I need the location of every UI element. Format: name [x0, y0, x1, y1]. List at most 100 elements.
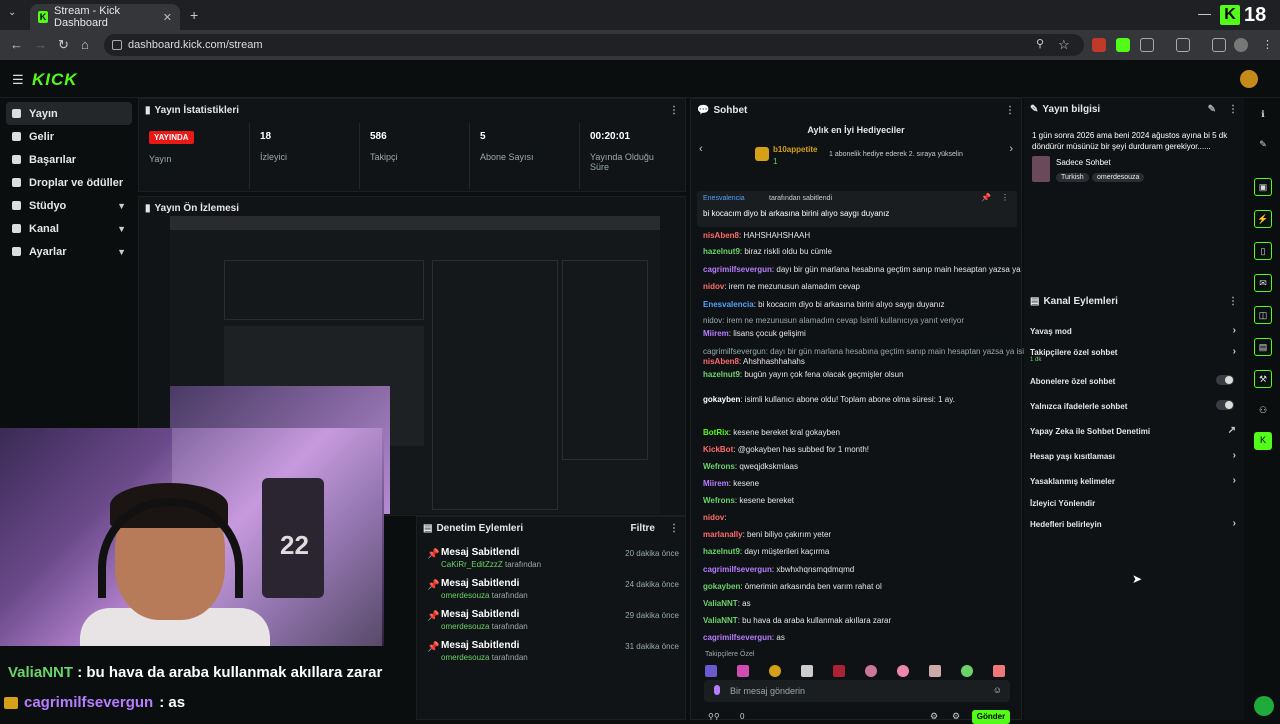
tab-search-icon[interactable]: ⌄: [8, 7, 16, 18]
settings-icon[interactable]: ⚙: [930, 711, 938, 722]
chat-message[interactable]: ValiaNNT: as: [703, 599, 751, 608]
chat-username[interactable]: hazelnut9: [703, 247, 740, 256]
sidebar-item-studyo[interactable]: Stüdyo ▼: [0, 194, 138, 217]
send-button[interactable]: Gönder: [972, 710, 1010, 724]
chat-username[interactable]: Wefrons: [703, 462, 735, 471]
chat-message[interactable]: nidov: irem ne mezunusun alamadım cevap: [703, 282, 860, 291]
chat-message[interactable]: marlanally: beni biliyo çakırım yeter: [703, 530, 831, 539]
chat-username[interactable]: hazelnut9: [703, 547, 740, 556]
channel-action-host[interactable]: İzleyici Yönlendir: [1030, 499, 1240, 508]
chat-username[interactable]: Miirem: [703, 329, 729, 338]
menu-icon[interactable]: ☰: [12, 72, 24, 88]
reload-icon[interactable]: ↻: [58, 37, 69, 53]
more-options-icon[interactable]: ⋮: [1001, 193, 1009, 202]
gear-icon[interactable]: ⚙: [952, 711, 960, 722]
pinned-message[interactable]: Enesvalencia tarafından sabitlendi bi ko…: [697, 191, 1017, 227]
chat-message[interactable]: nidov: irem ne mezunusun alamadım cevap …: [703, 316, 964, 325]
emote-icon[interactable]: [961, 665, 973, 677]
more-options-icon[interactable]: ⋮: [1228, 104, 1238, 115]
extensions-puzzle-icon[interactable]: [1140, 38, 1154, 52]
clip-icon[interactable]: ◫: [1254, 306, 1272, 324]
mod-action-user[interactable]: omerdesouza: [441, 622, 489, 631]
chat-username[interactable]: ValiaNNT: [703, 599, 738, 608]
chat-message[interactable]: nisAben8: Ahshhashhahahs: [703, 357, 805, 366]
users-icon[interactable]: ⚇: [1254, 402, 1272, 420]
profile-avatar-icon[interactable]: [1234, 38, 1248, 52]
sidebar-item-ayarlar[interactable]: Ayarlar ▼: [0, 240, 138, 263]
extension-icon[interactable]: [1092, 38, 1106, 52]
emotes-only-toggle[interactable]: [1216, 400, 1234, 410]
chat-username[interactable]: cagrimilfsevergun: [703, 565, 772, 574]
chat-username[interactable]: hazelnut9: [703, 370, 740, 379]
new-tab-icon[interactable]: +: [190, 7, 198, 23]
kick-app-icon[interactable]: K: [1254, 432, 1272, 450]
filter-button[interactable]: Filtre: [631, 523, 655, 534]
chat-bubble-icon[interactable]: ✉: [1254, 274, 1272, 292]
chat-username[interactable]: nidov: [703, 282, 724, 291]
support-chat-icon[interactable]: [1254, 696, 1274, 716]
chat-username[interactable]: Miirem: [703, 479, 729, 488]
mod-action-user[interactable]: omerdesouza: [441, 591, 489, 600]
site-info-icon[interactable]: [112, 40, 122, 50]
info-icon[interactable]: ℹ: [1254, 106, 1272, 124]
channel-action-slow-mode[interactable]: Yavaş mod ›: [1030, 325, 1240, 336]
media-icon[interactable]: [1212, 38, 1226, 52]
sidebar-item-yayin[interactable]: Yayın: [6, 102, 132, 125]
mod-action-user[interactable]: CaKiRr_EditZzzZ: [441, 560, 503, 569]
chat-message[interactable]: hazelnut9: biraz riskli oldu bu cümle: [703, 247, 832, 256]
lightning-icon[interactable]: ⚡: [1254, 210, 1272, 228]
minimize-icon[interactable]: —: [1198, 6, 1211, 21]
channel-action-banned-words[interactable]: Yasaklanmış kelimeler ›: [1030, 475, 1240, 486]
channel-action-goals[interactable]: Hedefleri belirleyin ›: [1030, 518, 1240, 529]
chat-username[interactable]: KickBot: [703, 445, 733, 454]
emote-icon[interactable]: [865, 665, 877, 677]
more-options-icon[interactable]: ⋮: [669, 105, 679, 116]
mobile-icon[interactable]: ▯: [1254, 242, 1272, 260]
screenshot-icon[interactable]: ▣: [1254, 178, 1272, 196]
chat-message[interactable]: Miirem: kesene: [703, 479, 759, 488]
chat-message[interactable]: BotRix: kesene bereket kral gokayben: [703, 428, 840, 437]
chat-username[interactable]: nidov: [703, 513, 724, 522]
chat-username[interactable]: cagrimilfsevergun: [703, 265, 772, 274]
chat-username[interactable]: nisAben8: [703, 357, 739, 366]
chat-message[interactable]: KickBot: @gokayben has subbed for 1 mont…: [703, 445, 869, 454]
kick-extension-icon[interactable]: [1116, 38, 1130, 52]
subscribers-only-toggle[interactable]: [1216, 375, 1234, 385]
chat-message[interactable]: nisAben8: HAHSHAHSHAAH: [703, 231, 810, 240]
channel-action-account-age[interactable]: Hesap yaşı kısıtlaması ›: [1030, 450, 1240, 461]
bookmark-star-icon[interactable]: ☆: [1058, 37, 1070, 53]
chat-message[interactable]: gokayben: isimli kullanıcı abone oldu! T…: [703, 395, 955, 404]
tag-badge[interactable]: omerdesouza: [1092, 173, 1145, 182]
chat-message[interactable]: cagrimilfsevergun: xbwhxhqnsmqdmqmd: [703, 565, 854, 574]
pin-icon[interactable]: 📌: [981, 193, 991, 202]
emote-icon[interactable]: [929, 665, 941, 677]
browser-tab[interactable]: K Stream - Kick Dashboard ✕: [30, 4, 180, 30]
sidebar-item-basarilar[interactable]: Başarılar: [0, 148, 138, 171]
emote-icon[interactable]: [833, 665, 845, 677]
user-avatar[interactable]: [1240, 70, 1258, 88]
chat-username[interactable]: BotRix: [703, 428, 729, 437]
sidebar-item-kanal[interactable]: Kanal ▼: [0, 217, 138, 240]
chat-message[interactable]: Wefrons: kesene bereket: [703, 496, 794, 505]
chat-username[interactable]: Enesvalencia: [703, 300, 754, 309]
channel-action-followers-only[interactable]: Takipçilere özel sohbet 1 dk ›: [1030, 346, 1240, 363]
chat-message[interactable]: gokayben: ömerimin arkasında ben varım r…: [703, 582, 882, 591]
emote-icon[interactable]: [993, 665, 1005, 677]
chat-message[interactable]: Miirem: lisans çocuk gelişimi: [703, 329, 806, 338]
chat-username[interactable]: gokayben: [703, 395, 740, 404]
channel-action-ai-moderation[interactable]: Yapay Zeka ile Sohbet Denetimi ↗: [1030, 425, 1240, 436]
emote-icon[interactable]: [897, 665, 909, 677]
channel-action-subscribers-only[interactable]: Abonelere özel sohbet: [1030, 375, 1240, 386]
kick-logo[interactable]: KICK: [32, 70, 78, 90]
chat-message[interactable]: hazelnut9: dayı müşterileri kaçırma: [703, 547, 829, 556]
emote-icon[interactable]: [737, 665, 749, 677]
edit-icon[interactable]: ✎: [1254, 136, 1272, 154]
forward-icon[interactable]: →: [34, 37, 47, 52]
chat-message[interactable]: hazelnut9: bugün yayın çok fena olacak g…: [703, 370, 904, 379]
prev-arrow-icon[interactable]: ‹: [699, 143, 703, 155]
chat-message[interactable]: Enesvalencia: bi kocacım diyo bi arkasın…: [703, 300, 944, 309]
category-name[interactable]: Sadece Sohbet: [1056, 158, 1111, 167]
chat-username[interactable]: ValiaNNT: [703, 616, 738, 625]
emote-icon[interactable]: [801, 665, 813, 677]
chat-message-input[interactable]: Bir mesaj gönderin ☺: [704, 680, 1010, 702]
